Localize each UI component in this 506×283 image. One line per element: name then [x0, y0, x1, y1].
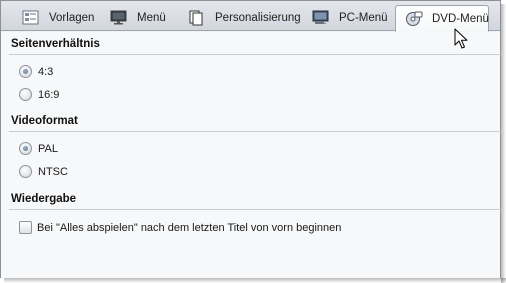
radio-button[interactable] — [19, 165, 32, 178]
radio-label: 4:3 — [38, 65, 54, 78]
radio-label: PAL — [38, 142, 58, 155]
tab-menue[interactable]: Menü — [101, 5, 179, 31]
section-title-video: Videoformat — [11, 115, 78, 127]
tab-label: DVD-Menü — [432, 12, 489, 25]
radio-label: NTSC — [38, 165, 68, 178]
divider — [9, 131, 501, 132]
dvd-icon — [404, 11, 424, 27]
dvd-settings-window: Vorlagen Menü Personalisierung PC-Menü D… — [0, 0, 501, 278]
window-shadow-bottom — [4, 278, 506, 283]
tab-label: Personalisierung — [215, 12, 301, 24]
radio-aspect-4-3[interactable]: 4:3 — [19, 65, 53, 78]
tab-bar: Vorlagen Menü Personalisierung PC-Menü D… — [1, 1, 500, 32]
pages-icon — [187, 10, 207, 26]
radio-aspect-16-9[interactable]: 16:9 — [19, 88, 59, 101]
settings-panel: Seitenverhältnis 4:3 16:9 Videoformat PA… — [1, 32, 501, 278]
divider — [9, 54, 501, 55]
tab-dvd-menue[interactable]: DVD-Menü — [395, 5, 489, 32]
tab-vorlagen[interactable]: Vorlagen — [13, 5, 101, 31]
checkbox-label: Bei "Alles abspielen" nach dem letzten T… — [37, 221, 342, 234]
radio-button[interactable] — [19, 142, 32, 155]
tab-pc-menue[interactable]: PC-Menü — [303, 5, 391, 31]
window-shadow-right — [501, 4, 506, 283]
checkbox[interactable] — [19, 221, 32, 234]
section-title-aspect: Seitenverhältnis — [11, 38, 100, 50]
radio-video-ntsc[interactable]: NTSC — [19, 165, 68, 178]
divider — [9, 209, 501, 210]
tab-label: Vorlagen — [49, 12, 95, 24]
radio-video-pal[interactable]: PAL — [19, 142, 58, 155]
tab-personalisierung[interactable]: Personalisierung — [179, 5, 301, 31]
monitor-icon — [109, 10, 129, 26]
tab-label: Menü — [137, 12, 166, 24]
checkbox-loop-playback[interactable]: Bei "Alles abspielen" nach dem letzten T… — [19, 221, 341, 234]
section-title-playback: Wiedergabe — [11, 193, 77, 205]
mouse-cursor-icon — [454, 28, 468, 49]
pc-menu-icon — [311, 10, 331, 26]
radio-button[interactable] — [19, 65, 32, 78]
templates-icon — [21, 10, 41, 26]
radio-label: 16:9 — [38, 88, 60, 101]
tab-label: PC-Menü — [339, 12, 388, 24]
radio-button[interactable] — [19, 88, 32, 101]
